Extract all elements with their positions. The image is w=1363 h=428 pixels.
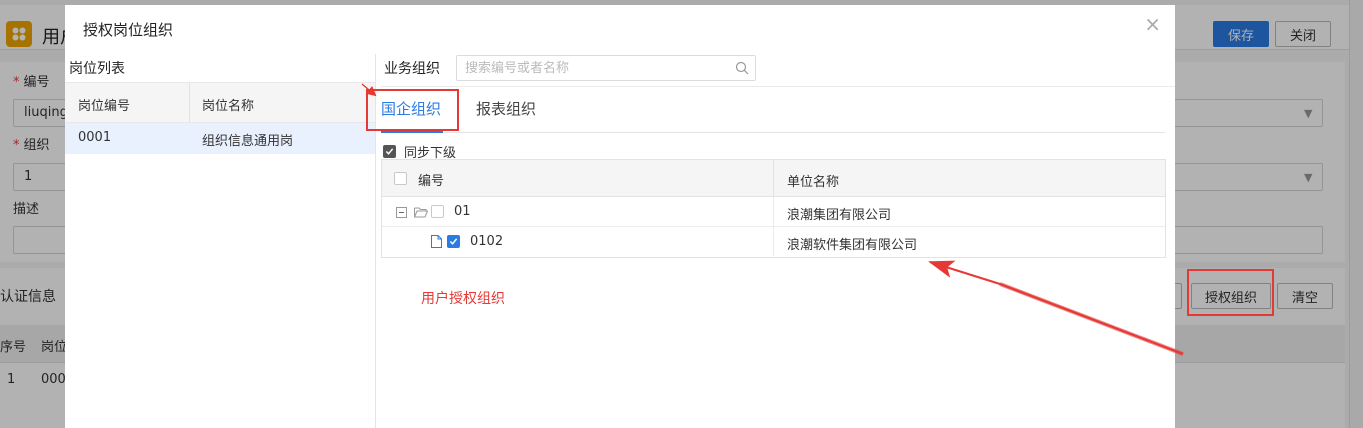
document-icon [431,235,442,248]
col-post-name[interactable]: 岗位名称 [202,95,254,114]
close-icon[interactable]: × [1144,14,1161,34]
tab-report-org[interactable]: 报表组织 [476,98,536,119]
select-all-checkbox[interactable] [394,172,407,185]
sync-checkbox[interactable] [383,145,396,158]
row-checkbox[interactable] [431,205,444,218]
highlight-box [366,89,459,131]
tree-code: 0102 [470,234,504,249]
tree-row[interactable]: 01 浪潮集团有限公司 [382,197,1165,227]
unit-name: 浪潮软件集团有限公司 [787,238,918,253]
post-grid-header: 岗位编号 岗位名称 [65,82,375,123]
active-tab-indicator [381,131,443,133]
tree-row[interactable]: 0102 浪潮软件集团有限公司 [382,227,1165,257]
highlight-box [1187,269,1274,316]
biz-org-label: 业务组织 [384,61,440,77]
org-tabs: 国企组织 报表组织 [381,90,1165,133]
auth-dialog: 授权岗位组织 × 岗位列表 岗位编号 岗位名称 0001 组织信息通用岗 业务组… [65,5,1175,428]
search-icon[interactable] [735,61,749,75]
org-tree-grid: 编号 单位名称 01 浪潮集团有限公司 0102 浪潮软件集团有限公司 [381,159,1166,258]
unit-name: 浪潮集团有限公司 [787,208,892,223]
post-name: 组织信息通用岗 [202,134,294,149]
dialog-title: 授权岗位组织 [83,21,174,39]
search-box [456,55,756,81]
post-list-title: 岗位列表 [69,61,125,77]
divider [381,86,1175,87]
col-post-code[interactable]: 岗位编号 [78,95,130,114]
table-row[interactable]: 0001 组织信息通用岗 [65,123,375,154]
search-input[interactable] [465,56,735,80]
collapse-icon[interactable] [396,207,407,218]
folder-open-icon [414,207,428,218]
col-unit-name[interactable]: 单位名称 [787,171,839,190]
row-checkbox[interactable] [447,235,460,248]
post-grid: 岗位编号 岗位名称 0001 组织信息通用岗 [65,82,375,154]
tree-code: 01 [454,204,471,219]
tree-header: 编号 单位名称 [382,160,1165,197]
post-code: 0001 [78,130,112,145]
annotation-text: 用户授权组织 [421,291,505,307]
col-code[interactable]: 编号 [418,170,444,189]
